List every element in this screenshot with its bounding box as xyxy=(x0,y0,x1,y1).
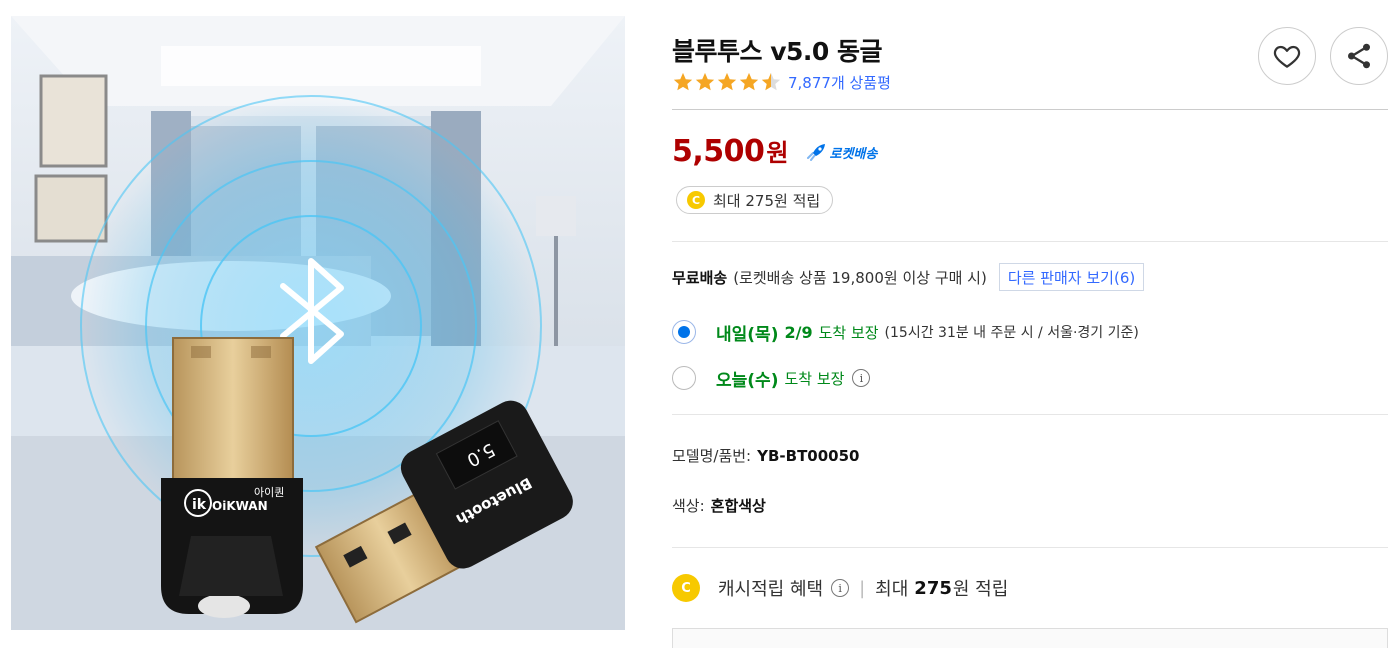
radio-dot xyxy=(678,326,690,338)
price-value: 5,500 xyxy=(672,134,765,169)
delivery-guarantee: 도착 보장 xyxy=(784,369,845,388)
svg-text:OiKWAN: OiKWAN xyxy=(212,499,268,513)
delivery-condition: (15시간 31분 내 주문 시 / 서울·경기 기준) xyxy=(884,325,1139,341)
delivery-day: 오늘(수) xyxy=(716,370,779,391)
color-row: 색상: 혼합색상 xyxy=(672,495,766,516)
svg-text:ik: ik xyxy=(192,497,207,513)
star-full-icon xyxy=(673,72,693,91)
free-shipping-label: 무료배송 xyxy=(672,268,728,287)
delivery-day: 내일(목) xyxy=(716,324,779,345)
rocket-delivery-badge: 로켓배송 xyxy=(805,143,878,162)
color-value: 혼합색상 xyxy=(710,497,766,515)
cash-benefit-row: C 캐시적립 혜택 i | 최대 275 원 적립 xyxy=(672,572,1008,604)
star-half-icon xyxy=(761,72,781,91)
divider xyxy=(672,109,1388,110)
product-image[interactable]: ik 아이퀀 OiKWAN 5.0 Bluetooth xyxy=(11,16,625,630)
shipping-info: 무료배송 (로켓배송 상품 19,800원 이상 구매 시) 다른 판매자 보기… xyxy=(672,262,1145,292)
share-button[interactable] xyxy=(1330,27,1388,85)
other-sellers-button[interactable]: 다른 판매자 보기(6) xyxy=(998,263,1145,291)
color-label: 색상: xyxy=(672,497,705,515)
delivery-radio[interactable] xyxy=(672,366,696,390)
star-full-icon xyxy=(739,72,759,91)
divider xyxy=(672,547,1388,548)
review-count-link[interactable]: 7,877개 상품평 xyxy=(788,72,891,93)
cash-benefit-label: 캐시적립 혜택 xyxy=(718,579,824,600)
cash-benefit-amount: 275 xyxy=(914,577,952,599)
cash-reward-text: 최대 275원 적립 xyxy=(713,191,821,210)
shipping-condition: (로켓배송 상품 19,800원 이상 구매 시) xyxy=(733,268,987,287)
share-icon xyxy=(1348,43,1370,69)
wishlist-button[interactable] xyxy=(1258,27,1316,85)
info-icon[interactable]: i xyxy=(831,579,850,597)
divider xyxy=(672,241,1388,242)
model-number-row: 모델명/품번: YB-BT00050 xyxy=(672,445,859,466)
product-rating[interactable]: 7,877개 상품평 xyxy=(672,70,891,94)
delivery-option-today[interactable]: 오늘(수) 도착 보장 i xyxy=(672,364,871,392)
delivery-date: 2/9 xyxy=(784,322,813,342)
cash-benefit-prefix: 최대 xyxy=(875,579,909,600)
info-icon[interactable]: i xyxy=(852,369,871,387)
star-full-icon xyxy=(717,72,737,91)
product-info-panel: 블루투스 v5.0 동글 7,877개 상품평 5,500 원 로켓배송 C 최… xyxy=(672,0,1388,648)
delivery-radio-selected[interactable] xyxy=(672,320,696,344)
cash-benefit-suffix: 원 적립 xyxy=(952,579,1009,600)
divider xyxy=(672,414,1388,415)
separator: | xyxy=(859,577,866,599)
price-row: 5,500 원 로켓배송 xyxy=(672,133,877,169)
product-photo-illustration: ik 아이퀀 OiKWAN 5.0 Bluetooth xyxy=(11,16,625,630)
delivery-option-tomorrow[interactable]: 내일(목) 2/9 도착 보장 (15시간 31분 내 주문 시 / 서울·경기… xyxy=(672,318,1139,346)
rocket-delivery-label: 로켓배송 xyxy=(829,146,878,162)
model-label: 모델명/품번: xyxy=(672,447,752,465)
delivery-guarantee: 도착 보장 xyxy=(818,323,879,342)
model-value: YB-BT00050 xyxy=(757,446,860,465)
cash-coin-icon: C xyxy=(687,191,705,209)
cash-reward-pill: C 최대 275원 적립 xyxy=(676,186,834,214)
product-title: 블루투스 v5.0 동글 xyxy=(672,37,883,66)
heart-icon xyxy=(1273,45,1301,68)
star-rating xyxy=(672,71,782,93)
cash-coin-icon: C xyxy=(672,574,700,602)
next-section-box xyxy=(672,628,1388,648)
rocket-icon xyxy=(806,144,825,161)
price-unit: 원 xyxy=(766,139,789,167)
star-full-icon xyxy=(695,72,715,91)
svg-text:아이퀀: 아이퀀 xyxy=(254,486,284,499)
